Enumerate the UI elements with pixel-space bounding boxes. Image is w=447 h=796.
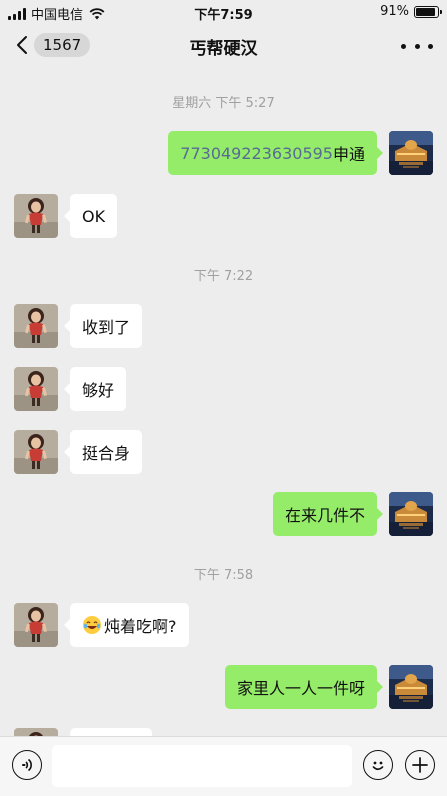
- status-right: 91%: [380, 4, 442, 19]
- my-avatar[interactable]: [389, 665, 433, 709]
- more-functions-button[interactable]: [405, 750, 435, 780]
- message-text: 在来几件不: [284, 506, 365, 525]
- voice-icon: [22, 758, 32, 772]
- plus-icon: [412, 757, 428, 773]
- message-text: 炖着吃啊?: [104, 617, 177, 636]
- message-input[interactable]: [52, 745, 352, 787]
- laughing-emoji-icon: [83, 616, 101, 634]
- message-text: 够好: [82, 381, 115, 400]
- timestamp: 下午 7:58: [193, 568, 254, 583]
- nav-bar: 1567 丐帮硬汉: [0, 24, 447, 68]
- message-text: 家里人一人一件呀: [236, 679, 365, 698]
- emoji-button[interactable]: [363, 750, 393, 780]
- more-dots-icon: [401, 43, 406, 49]
- message-bubble-incoming[interactable]: OK: [63, 194, 118, 238]
- message-text: 挺合身: [82, 444, 131, 463]
- message-bubble-incoming[interactable]: 挺合身: [63, 430, 143, 474]
- contact-avatar[interactable]: [14, 603, 58, 647]
- emoji-icon: [372, 761, 384, 771]
- chat-title: 丐帮硬汉: [189, 39, 258, 59]
- status-bar: 中国电信 下午7:59 91%: [0, 0, 447, 24]
- contact-avatar[interactable]: [14, 728, 58, 736]
- contact-avatar[interactable]: [14, 367, 58, 411]
- battery-percent: 91%: [380, 4, 409, 19]
- message-text: 申通: [332, 145, 365, 164]
- message-bubble-incoming[interactable]: 炖着吃啊?: [64, 603, 189, 647]
- message-text: OK: [82, 206, 106, 226]
- contact-avatar[interactable]: [14, 430, 58, 474]
- battery-icon: [414, 5, 442, 18]
- tracking-number-link[interactable]: 773049223630595: [180, 144, 333, 163]
- chat-messages[interactable]: 星期六 下午 5:27 773049223630595 申通 OK 下午 7:22…: [0, 68, 447, 736]
- message-bubble-incoming[interactable]: [70, 728, 152, 736]
- message-bubble-outgoing[interactable]: 773049223630595 申通: [168, 131, 383, 175]
- voice-button[interactable]: [12, 750, 42, 780]
- timestamp: 下午 7:22: [193, 269, 254, 284]
- message-bubble-outgoing[interactable]: 家里人一人一件呀: [224, 665, 384, 709]
- more-options-button[interactable]: [401, 36, 433, 56]
- message-text: 收到了: [82, 318, 131, 337]
- my-avatar[interactable]: [389, 131, 433, 175]
- timestamp: 星期六 下午 5:27: [172, 96, 275, 111]
- contact-avatar[interactable]: [14, 194, 58, 238]
- my-avatar[interactable]: [389, 492, 433, 536]
- message-bubble-incoming[interactable]: 够好: [63, 367, 127, 411]
- input-bar: [0, 736, 447, 796]
- contact-avatar[interactable]: [14, 304, 58, 348]
- message-bubble-incoming[interactable]: 收到了: [63, 304, 143, 348]
- message-bubble-outgoing[interactable]: 在来几件不: [272, 492, 384, 536]
